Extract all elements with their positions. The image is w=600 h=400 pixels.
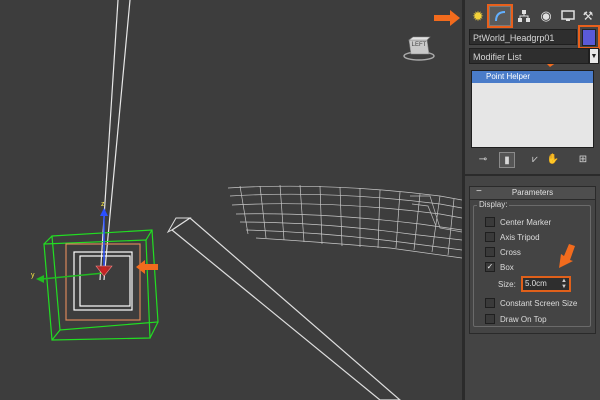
box-label: Box	[500, 262, 514, 272]
hammer-icon: ⚒	[582, 9, 594, 23]
axis-tripod-label: Axis Tripod	[500, 232, 540, 242]
option-center-marker[interactable]: Center Marker	[485, 216, 551, 228]
chevron-down-icon[interactable]: ▼	[589, 48, 599, 64]
size-label: Size:	[498, 280, 516, 289]
option-box[interactable]: ✓ Box	[485, 261, 514, 273]
tab-utilities[interactable]: ⚒	[577, 6, 599, 26]
pin-stack-icon[interactable]: ⊸	[475, 152, 491, 168]
sun-create-icon: ✹	[472, 7, 484, 24]
draw-on-top-checkbox[interactable]	[485, 314, 495, 324]
modifier-stack[interactable]: Point Helper	[471, 70, 594, 148]
option-draw-on-top[interactable]: Draw On Top	[485, 313, 547, 325]
display-monitor-icon	[561, 10, 575, 21]
svg-text:z: z	[101, 201, 105, 208]
highlight-modify-tab	[487, 4, 513, 28]
configure-sets-icon[interactable]: ⊞	[575, 152, 591, 168]
rollout-title: Parameters	[511, 188, 554, 197]
object-name-field[interactable]: PtWorld_Headgrp01	[469, 29, 577, 45]
tab-hierarchy[interactable]	[513, 6, 535, 26]
option-cross[interactable]: Cross	[485, 246, 521, 258]
show-end-result-icon[interactable]: ▮	[499, 152, 515, 168]
cross-label: Cross	[500, 247, 521, 257]
stack-item-point-helper[interactable]: Point Helper	[472, 71, 593, 83]
remove-modifier-icon[interactable]: ✋	[545, 152, 561, 168]
size-spinner-field[interactable]: 5.0cm ▲ ▼	[521, 276, 571, 292]
size-value: 5.0cm	[525, 279, 547, 288]
display-group-label: Display:	[477, 200, 510, 209]
panel-divider	[465, 174, 600, 176]
center-marker-label: Center Marker	[500, 217, 552, 227]
modifier-list-dropdown[interactable]: Modifier List	[469, 48, 589, 64]
callout-arrow-tabs	[434, 10, 460, 26]
motion-icon: ◉	[540, 8, 552, 23]
viewcube-label: LEFT	[411, 42, 427, 48]
viewport-left[interactable]: z y LEFT	[0, 0, 462, 400]
svg-text:y: y	[31, 272, 35, 279]
viewcube-icon	[403, 36, 435, 61]
stack-toolbar: ⊸ ▮ ⩗ ✋ ⊞	[475, 152, 595, 168]
collapse-icon: −	[476, 186, 482, 197]
tab-display[interactable]	[557, 6, 579, 26]
viewport-scene: z y	[31, 0, 462, 400]
make-unique-icon[interactable]: ⩗	[527, 152, 543, 168]
parameters-rollout-header[interactable]: − Parameters	[470, 186, 595, 200]
hierarchy-icon	[518, 10, 530, 22]
callout-arrow-helper	[136, 260, 158, 274]
option-constant-screen-size[interactable]: Constant Screen Size	[485, 297, 577, 309]
axis-tripod-checkbox[interactable]	[485, 232, 495, 242]
constant-screen-size-checkbox[interactable]	[485, 298, 495, 308]
draw-on-top-label: Draw On Top	[500, 314, 547, 324]
option-axis-tripod[interactable]: Axis Tripod	[485, 231, 540, 243]
box-checkbox[interactable]: ✓	[485, 262, 495, 272]
highlight-color-swatch	[578, 25, 600, 49]
command-panel: ✹ ◉ ⚒ PtWorld_Headgrp01 Modifier List ▼ …	[462, 0, 600, 400]
center-marker-checkbox[interactable]	[485, 217, 495, 227]
viewcube[interactable]: LEFT	[402, 34, 436, 62]
cross-checkbox[interactable]	[485, 247, 495, 257]
tab-motion[interactable]: ◉	[535, 6, 557, 26]
tab-create[interactable]: ✹	[467, 6, 489, 26]
callout-arrow-size	[559, 244, 575, 268]
constant-screen-size-label: Constant Screen Size	[500, 298, 578, 308]
spinner-arrows-icon[interactable]: ▲ ▼	[561, 278, 567, 290]
